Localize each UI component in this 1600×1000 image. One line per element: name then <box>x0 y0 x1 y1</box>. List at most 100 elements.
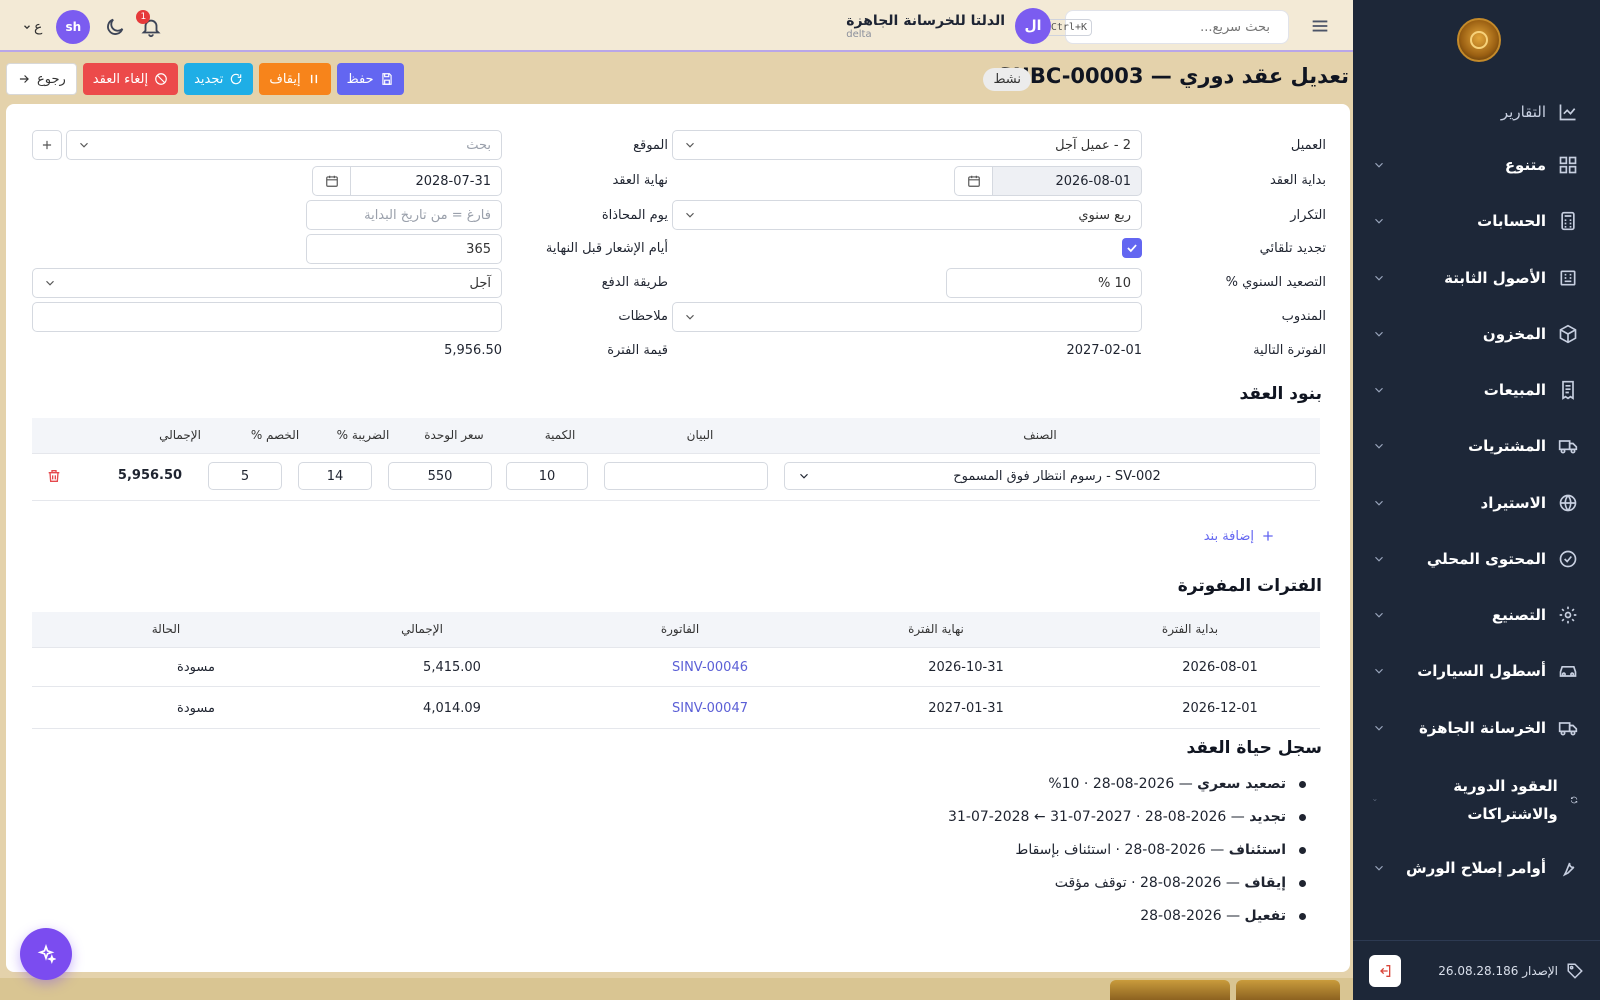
globe-icon <box>1559 494 1577 512</box>
quick-search[interactable]: Ctrl+K <box>1045 10 1289 44</box>
end-date-input[interactable]: 2028-07-31 <box>350 166 502 196</box>
discount-input[interactable]: 5 <box>208 462 282 490</box>
calculator-icon <box>1561 211 1575 231</box>
invoice-link[interactable]: SINV-00047 <box>660 701 760 716</box>
plus-icon <box>1263 531 1273 541</box>
add-line-button[interactable]: إضافة بند <box>1204 528 1276 544</box>
trash-icon[interactable] <box>46 468 62 484</box>
sidebar-item-misc[interactable]: متنوع <box>1364 145 1578 185</box>
tag-icon <box>1567 963 1583 979</box>
ai-assistant-button[interactable] <box>20 928 72 980</box>
next-invoice-label: الفوترة التالية <box>1253 343 1326 358</box>
payment-method-select[interactable]: آجل <box>32 268 502 298</box>
logout-button[interactable] <box>1369 954 1401 987</box>
user-avatar[interactable]: sh <box>56 10 91 44</box>
col-quantity: الكمية <box>544 428 576 442</box>
event-detail: — 2026-08-28 · استئناف بإسقاط <box>1015 842 1229 858</box>
company-switcher[interactable]: ال الدلتا للخرسانة الجاهزة delta <box>846 8 1051 44</box>
notes-input[interactable] <box>32 302 502 332</box>
language-switcher[interactable]: ع <box>22 19 42 35</box>
sidebar-item-accounts[interactable]: الحسابات <box>1364 201 1578 241</box>
back-button[interactable]: رجوع <box>6 63 77 95</box>
sidebar-item-label: الأصول الثابتة <box>1444 269 1546 287</box>
chevron-down-icon <box>1375 725 1383 731</box>
sidebar-item-label: التصنيع <box>1491 606 1546 624</box>
sidebar-item-fleet[interactable]: أسطول السيارات <box>1364 651 1578 691</box>
chart-icon <box>1559 104 1576 121</box>
sidebar-item-local-content[interactable]: المحتوى المحلي <box>1364 539 1578 579</box>
wrench-icon <box>1562 862 1575 877</box>
period-status: مسودة <box>177 660 215 675</box>
sidebar-item-manufacturing[interactable]: التصنيع <box>1364 595 1578 635</box>
moon-icon[interactable] <box>104 16 126 38</box>
menu-icon[interactable] <box>1309 15 1331 37</box>
save-button[interactable]: حفظ <box>336 63 404 95</box>
event-type: تفعيل <box>1244 908 1286 924</box>
item-select[interactable]: SV-002 - رسوم انتظار فوق المسموح <box>784 462 1316 490</box>
pause-button[interactable]: إيقاف <box>259 63 331 95</box>
logout-icon <box>1380 964 1391 977</box>
auto-renew-checkbox[interactable] <box>1122 238 1142 258</box>
chevron-down-icon <box>1375 500 1383 506</box>
cancel-contract-button[interactable]: إلغاء العقد <box>82 63 179 95</box>
start-date-input[interactable]: 2026-08-01 <box>992 166 1142 196</box>
end-date-field[interactable]: 2028-07-31 <box>312 166 502 196</box>
notifications-button[interactable]: 1 <box>136 10 162 38</box>
rep-label: المندوب <box>1281 309 1326 324</box>
chevron-down-icon <box>686 212 694 218</box>
period-status: مسودة <box>177 701 215 716</box>
chevron-down-icon <box>1373 799 1377 802</box>
unit-price-input[interactable]: 550 <box>388 462 492 490</box>
payment-method-label: طريقة الدفع <box>601 275 668 290</box>
add-site-button[interactable] <box>32 130 62 160</box>
notes-label: ملاحظات <box>618 309 668 324</box>
sidebar-item-workshop[interactable]: أوامر إصلاح الورش <box>1364 848 1578 888</box>
frequency-select[interactable]: ربع سنوي <box>672 200 1142 230</box>
start-date-picker[interactable] <box>954 166 992 196</box>
company-code: delta <box>846 28 872 40</box>
site-select[interactable]: بحث <box>66 130 502 160</box>
item-value: SV-002 - رسوم انتظار فوق المسموح <box>953 468 1161 484</box>
action-bar: رجوع إلغاء العقد تجديد إيقاف حفظ <box>6 63 404 95</box>
renew-button[interactable]: تجديد <box>184 63 254 95</box>
invoice-link[interactable]: SINV-00046 <box>660 660 760 675</box>
tax-input[interactable]: 14 <box>298 462 372 490</box>
sidebar-item-reports[interactable]: التقارير <box>1364 92 1578 132</box>
col-tax: الضريبة % <box>336 428 390 442</box>
quantity-input[interactable]: 10 <box>506 462 588 490</box>
company-logo[interactable] <box>1457 18 1501 62</box>
period-end: 2027-01-31 <box>928 701 1004 716</box>
customer-select[interactable]: 2 - عميل آجل <box>672 130 1142 160</box>
chevron-down-icon <box>1375 162 1383 168</box>
plus-icon <box>42 140 52 150</box>
sidebar-item-sales[interactable]: المبيعات <box>1364 370 1578 410</box>
period-value: 5,956.50 <box>444 343 502 358</box>
end-date-picker[interactable] <box>312 166 350 196</box>
sidebar-item-label: المخزون <box>1482 325 1546 343</box>
period-start: 2026-12-01 <box>1182 701 1258 716</box>
notice-days-input[interactable]: 365 <box>306 234 502 264</box>
sidebar-item-import[interactable]: الاستيراد <box>1364 483 1578 523</box>
chevron-down-icon <box>1375 556 1383 562</box>
sidebar-item-purchases[interactable]: المشتريات <box>1364 426 1578 466</box>
sidebar-item-inventory[interactable]: المخزون <box>1364 314 1578 354</box>
escalation-input[interactable]: 10 % <box>946 268 1142 298</box>
period-end: 2026-10-31 <box>928 660 1004 675</box>
app-version: الإصدار 26.08.28.186 <box>1438 963 1558 978</box>
next-invoice-value: 2027-02-01 <box>1066 343 1142 358</box>
start-date-field[interactable]: 2026-08-01 <box>954 166 1142 196</box>
pause-icon <box>310 74 317 84</box>
rep-select[interactable] <box>672 302 1142 332</box>
sidebar-item-label: متنوع <box>1504 156 1546 174</box>
chevron-down-icon <box>1375 865 1383 871</box>
company-info: الدلتا للخرسانة الجاهزة delta <box>846 13 1005 40</box>
sidebar-item-ready-mix[interactable]: الخرسانة الجاهزة <box>1364 708 1578 748</box>
sidebar-item-subscriptions[interactable]: العقود الدورية والاشتراكات <box>1364 772 1578 828</box>
description-input[interactable] <box>604 462 768 490</box>
period-total: 4,014.09 <box>423 701 481 716</box>
sidebar-item-label: أسطول السيارات <box>1417 662 1546 680</box>
sidebar-item-fixed-assets[interactable]: الأصول الثابتة <box>1364 258 1578 298</box>
search-input[interactable] <box>1100 19 1270 35</box>
billing-day-input[interactable]: فارغ = من تاريخ البداية <box>306 200 502 230</box>
billing-day-placeholder: فارغ = من تاريخ البداية <box>364 207 491 223</box>
